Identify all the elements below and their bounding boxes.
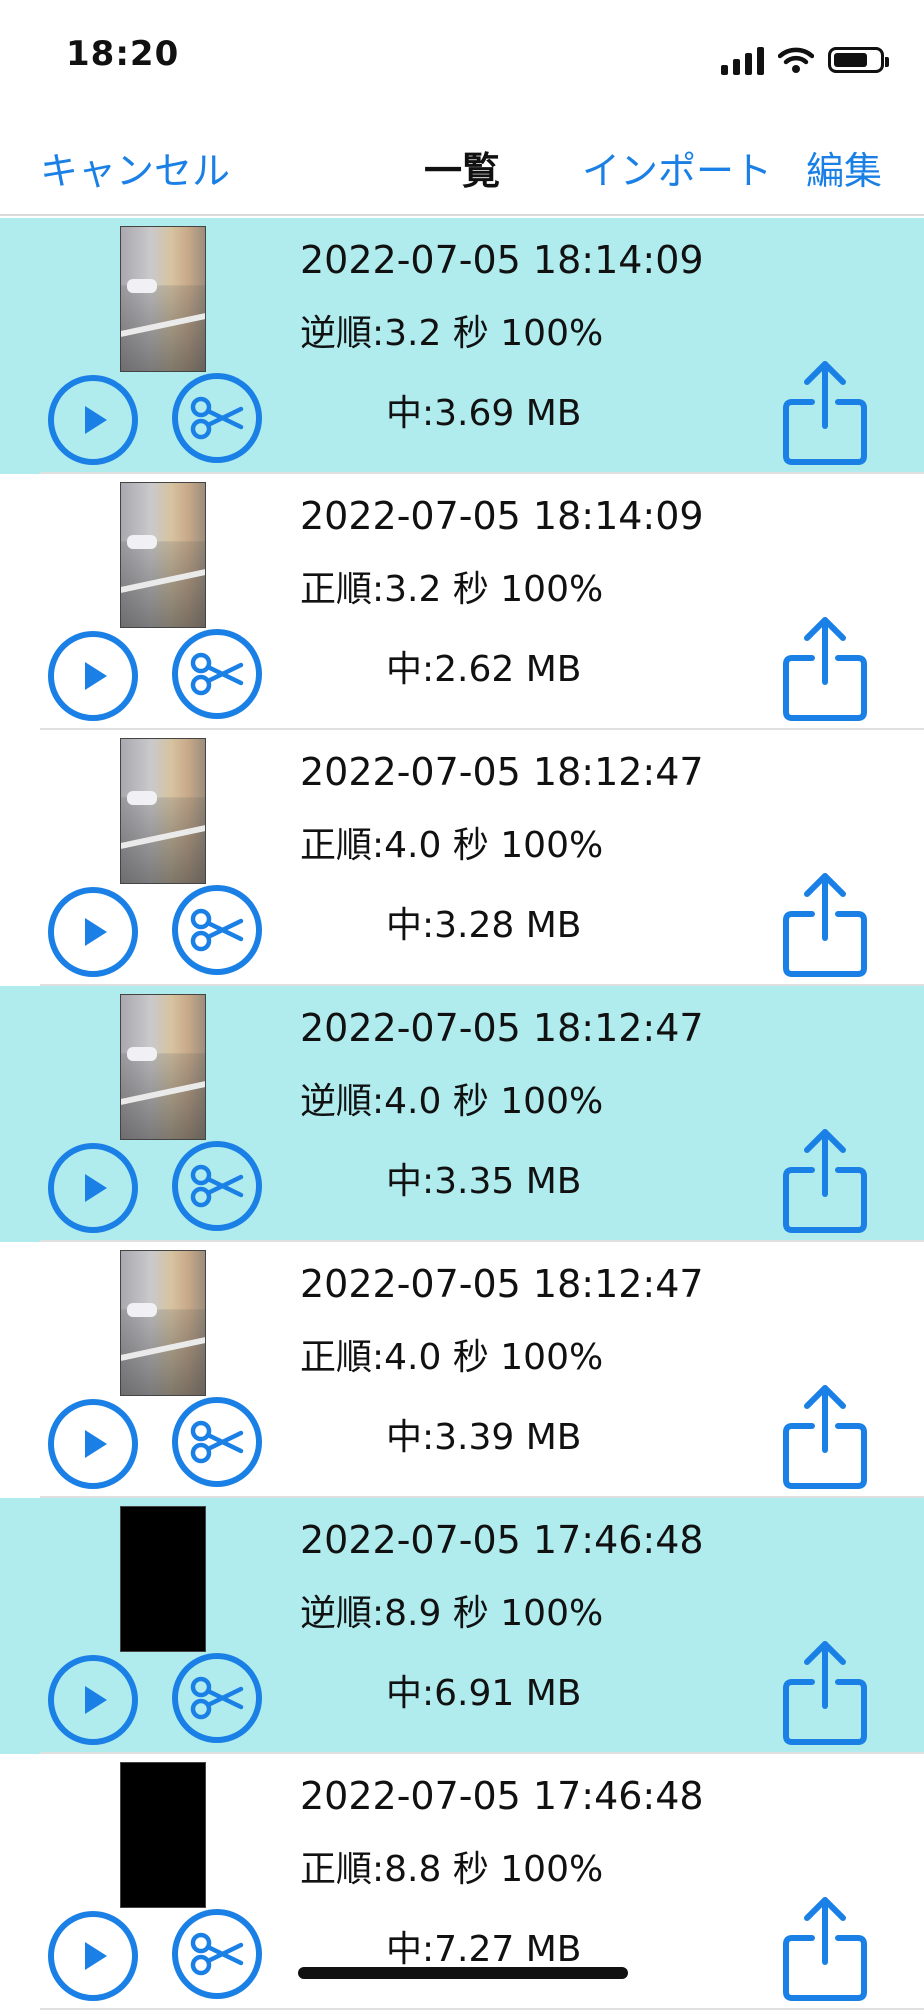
play-icon bbox=[85, 662, 107, 690]
share-button[interactable] bbox=[780, 358, 870, 468]
share-icon bbox=[783, 1385, 867, 1489]
video-thumbnail[interactable] bbox=[120, 482, 206, 628]
recorded-datetime: 2022-07-05 18:12:47 bbox=[300, 1006, 704, 1050]
share-button[interactable] bbox=[780, 1382, 870, 1492]
video-thumbnail[interactable] bbox=[120, 1762, 206, 1908]
scissors-icon bbox=[190, 1420, 244, 1464]
play-button[interactable] bbox=[48, 1911, 138, 2001]
scissors-icon bbox=[190, 1932, 244, 1976]
video-list: 2022-07-05 18:14:09 逆順:3.2 秒 100% 中:3.69… bbox=[0, 218, 924, 2010]
cut-button[interactable] bbox=[172, 1397, 262, 1487]
play-button[interactable] bbox=[48, 631, 138, 721]
play-button[interactable] bbox=[48, 887, 138, 977]
cut-button[interactable] bbox=[172, 1653, 262, 1743]
list-item[interactable]: 2022-07-05 17:46:48 逆順:8.9 秒 100% 中:6.91… bbox=[0, 1498, 924, 1754]
recorded-datetime: 2022-07-05 18:12:47 bbox=[300, 1262, 704, 1306]
play-icon bbox=[85, 918, 107, 946]
scissors-icon bbox=[190, 1164, 244, 1208]
share-icon bbox=[783, 1897, 867, 2001]
play-icon bbox=[85, 1174, 107, 1202]
home-indicator[interactable] bbox=[298, 1967, 628, 1979]
cut-button[interactable] bbox=[172, 629, 262, 719]
edit-button[interactable]: 編集 bbox=[806, 140, 882, 195]
scissors-icon bbox=[190, 1676, 244, 1720]
play-icon bbox=[85, 1942, 107, 1970]
recorded-datetime: 2022-07-05 18:12:47 bbox=[300, 750, 704, 794]
share-button[interactable] bbox=[780, 870, 870, 980]
playback-info: 正順:3.2 秒 100% bbox=[300, 569, 604, 610]
share-icon bbox=[783, 873, 867, 977]
battery-icon bbox=[828, 47, 889, 73]
cut-button[interactable] bbox=[172, 1909, 262, 1999]
recorded-datetime: 2022-07-05 18:14:09 bbox=[300, 238, 704, 282]
list-item[interactable]: 2022-07-05 18:14:09 正順:3.2 秒 100% 中:2.62… bbox=[0, 474, 924, 730]
status-icons bbox=[721, 40, 889, 80]
play-button[interactable] bbox=[48, 1655, 138, 1745]
recorded-datetime: 2022-07-05 17:46:48 bbox=[300, 1518, 704, 1562]
play-icon bbox=[85, 406, 107, 434]
list-item[interactable]: 2022-07-05 18:12:47 正順:4.0 秒 100% 中:3.28… bbox=[0, 730, 924, 986]
list-item[interactable]: 2022-07-05 18:14:09 逆順:3.2 秒 100% 中:3.69… bbox=[0, 218, 924, 474]
share-button[interactable] bbox=[780, 1126, 870, 1236]
wifi-icon bbox=[778, 47, 814, 73]
play-button[interactable] bbox=[48, 1399, 138, 1489]
file-size: 中:3.69 MB bbox=[386, 393, 582, 434]
battery-level bbox=[834, 53, 867, 67]
share-button[interactable] bbox=[780, 1638, 870, 1748]
share-icon bbox=[783, 361, 867, 465]
cancel-button[interactable]: キャンセル bbox=[40, 140, 230, 195]
play-icon bbox=[85, 1686, 107, 1714]
file-size: 中:7.27 MB bbox=[386, 1929, 582, 1970]
list-item[interactable]: 2022-07-05 18:12:47 逆順:4.0 秒 100% 中:3.35… bbox=[0, 986, 924, 1242]
cut-button[interactable] bbox=[172, 1141, 262, 1231]
cellular-signal-icon bbox=[721, 45, 764, 75]
playback-info: 逆順:3.2 秒 100% bbox=[300, 313, 604, 354]
playback-info: 逆順:8.9 秒 100% bbox=[300, 1593, 604, 1634]
share-icon bbox=[783, 1129, 867, 1233]
cut-button[interactable] bbox=[172, 373, 262, 463]
page-title-text: 一覧 bbox=[423, 149, 500, 193]
video-thumbnail[interactable] bbox=[120, 1250, 206, 1396]
share-icon bbox=[783, 1641, 867, 1745]
file-size: 中:6.91 MB bbox=[386, 1673, 582, 1714]
playback-info: 正順:8.8 秒 100% bbox=[300, 1849, 604, 1890]
file-size: 中:3.39 MB bbox=[386, 1417, 582, 1458]
play-button[interactable] bbox=[48, 375, 138, 465]
status-bar: 18:20 bbox=[0, 0, 924, 110]
share-button[interactable] bbox=[780, 614, 870, 724]
file-size: 中:3.28 MB bbox=[386, 905, 582, 946]
import-button[interactable]: インポート bbox=[582, 140, 772, 195]
cut-button[interactable] bbox=[172, 885, 262, 975]
video-thumbnail[interactable] bbox=[120, 738, 206, 884]
share-button[interactable] bbox=[780, 1894, 870, 2004]
playback-info: 正順:4.0 秒 100% bbox=[300, 1337, 604, 1378]
file-size: 中:2.62 MB bbox=[386, 649, 582, 690]
play-button[interactable] bbox=[48, 1143, 138, 1233]
status-time: 18:20 bbox=[66, 34, 180, 74]
recorded-datetime: 2022-07-05 17:46:48 bbox=[300, 1774, 704, 1818]
playback-info: 逆順:4.0 秒 100% bbox=[300, 1081, 604, 1122]
video-thumbnail[interactable] bbox=[120, 226, 206, 372]
video-thumbnail[interactable] bbox=[120, 1506, 206, 1652]
play-icon bbox=[85, 1430, 107, 1458]
navigation-bar: キャンセル 一覧 インポート 編集 bbox=[0, 110, 924, 216]
video-thumbnail[interactable] bbox=[120, 994, 206, 1140]
recorded-datetime: 2022-07-05 18:14:09 bbox=[300, 494, 704, 538]
scissors-icon bbox=[190, 908, 244, 952]
share-icon bbox=[783, 617, 867, 721]
scissors-icon bbox=[190, 652, 244, 696]
list-item[interactable]: 2022-07-05 18:12:47 正順:4.0 秒 100% 中:3.39… bbox=[0, 1242, 924, 1498]
file-size: 中:3.35 MB bbox=[386, 1161, 582, 1202]
scissors-icon bbox=[190, 396, 244, 440]
playback-info: 正順:4.0 秒 100% bbox=[300, 825, 604, 866]
